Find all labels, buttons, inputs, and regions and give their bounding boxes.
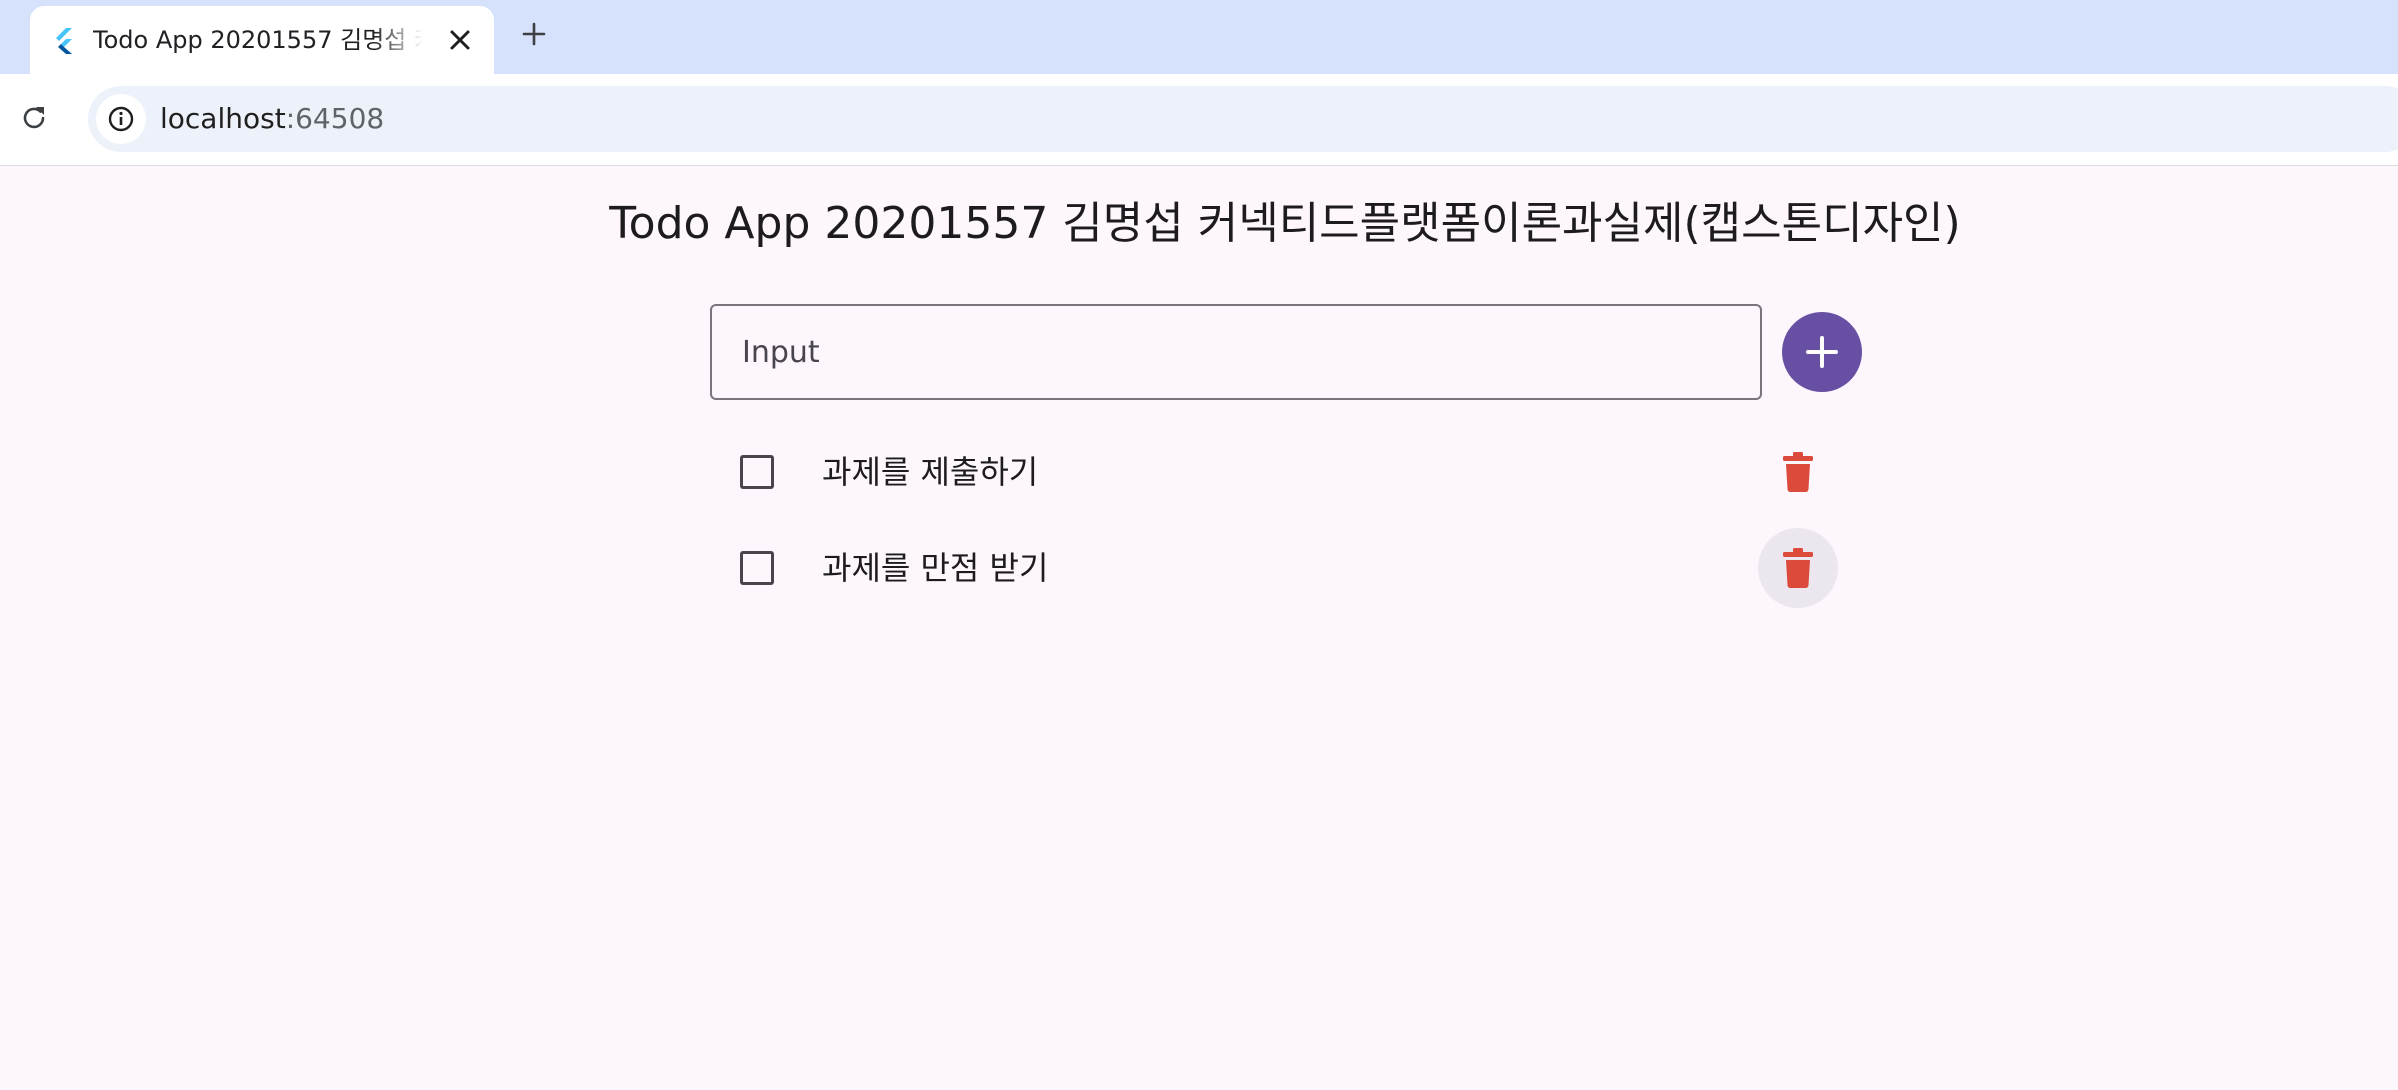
add-todo-button[interactable] bbox=[1782, 312, 1862, 392]
reload-icon bbox=[23, 107, 45, 129]
todo-text: 과제를 만점 받기 bbox=[822, 549, 1049, 587]
tab-title: Todo App 20201557 김명섭 커넥티드플랫폼이론과실제(캡스톤디자… bbox=[93, 26, 423, 54]
todo-item: 과제를 만점 받기 bbox=[710, 520, 1850, 616]
todo-input[interactable] bbox=[712, 306, 1760, 398]
todo-checkbox[interactable] bbox=[740, 455, 774, 489]
browser-tabstrip: Todo App 20201557 김명섭 커넥티드플랫폼이론과실제(캡스톤디자… bbox=[0, 0, 2398, 74]
close-icon[interactable] bbox=[444, 24, 476, 56]
new-tab-button[interactable] bbox=[516, 16, 552, 52]
todo-input-field[interactable] bbox=[710, 304, 1762, 400]
page-title: Todo App 20201557 김명섭 커넥티드플랫폼이론과실제(캡스톤디자… bbox=[609, 198, 1961, 249]
reload-button[interactable] bbox=[14, 98, 54, 138]
url-text[interactable]: localhost:64508 bbox=[160, 102, 384, 136]
info-icon bbox=[108, 106, 134, 132]
todo-item: 과제를 제출하기 bbox=[710, 424, 1850, 520]
todo-text: 과제를 제출하기 bbox=[822, 453, 1039, 491]
trash-icon bbox=[1783, 548, 1813, 588]
delete-button[interactable] bbox=[1758, 432, 1838, 512]
plus-icon bbox=[1806, 336, 1838, 368]
trash-icon bbox=[1783, 452, 1813, 492]
plus-icon bbox=[522, 22, 546, 46]
delete-button[interactable] bbox=[1758, 528, 1838, 608]
flutter-icon bbox=[50, 26, 78, 54]
browser-toolbar: localhost:64508 bbox=[0, 74, 2398, 166]
url-port: :64508 bbox=[285, 102, 385, 135]
todo-checkbox[interactable] bbox=[740, 551, 774, 585]
browser-tab[interactable]: Todo App 20201557 김명섭 커넥티드플랫폼이론과실제(캡스톤디자… bbox=[30, 6, 494, 74]
address-bar[interactable]: localhost:64508 bbox=[88, 86, 2398, 152]
url-host: localhost bbox=[160, 102, 286, 135]
site-info-button[interactable] bbox=[96, 94, 146, 144]
